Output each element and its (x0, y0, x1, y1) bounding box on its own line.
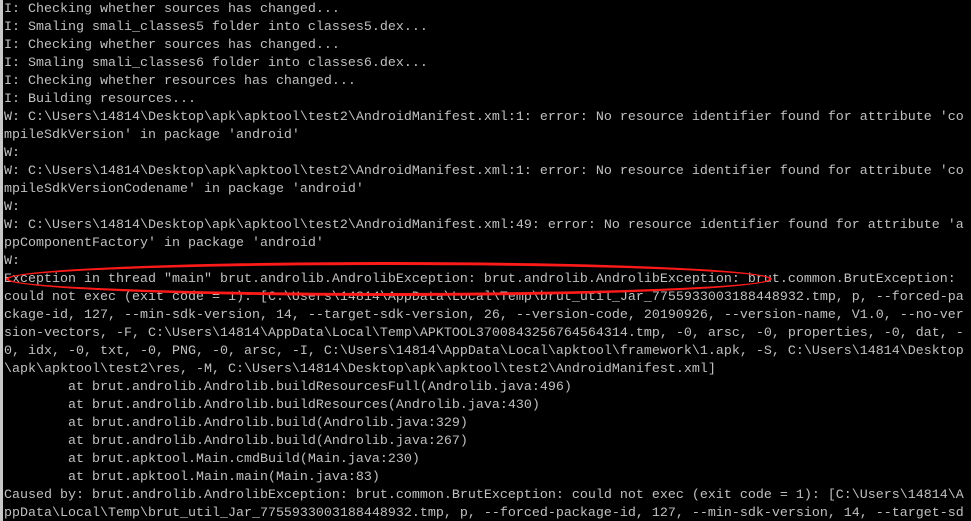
console-line: I: Checking whether resources has change… (4, 74, 356, 89)
console-line: I: Checking whether sources has changed.… (4, 38, 340, 53)
console-line: W: (4, 200, 20, 215)
console-line: \apk\apktool\test2\res, -M, C:\Users\148… (4, 362, 716, 377)
console-line: mpileSdkVersionCodename' in package 'and… (4, 182, 364, 197)
console-line: Exception in thread "main" brut.androlib… (4, 272, 956, 287)
console-line: ppData\Local\Temp\brut_util_Jar_77559330… (4, 506, 964, 521)
console-line: at brut.androlib.Androlib.buildResources… (4, 398, 540, 413)
console-line: W: C:\Users\14814\Desktop\apk\apktool\te… (4, 218, 964, 233)
console-line: I: Smaling smali_classes5 folder into cl… (4, 20, 428, 35)
console-line: I: Checking whether sources has changed.… (4, 2, 340, 17)
console-line: W: (4, 146, 20, 161)
console-line: I: Smaling smali_classes6 folder into cl… (4, 56, 428, 71)
console-line: W: C:\Users\14814\Desktop\apk\apktool\te… (4, 110, 964, 125)
console-line: at brut.androlib.Androlib.buildResources… (4, 380, 572, 395)
window-edge (0, 0, 3, 521)
terminal-output[interactable]: I: Checking whether sources has changed.… (4, 1, 971, 521)
console-line: ckage-id, 127, --min-sdk-version, 14, --… (4, 308, 964, 323)
console-line: I: Building resources... (4, 92, 196, 107)
console-line: at brut.androlib.Androlib.build(Androlib… (4, 434, 468, 449)
console-line: mpileSdkVersion' in package 'android' (4, 128, 300, 143)
console-line: at brut.apktool.Main.main(Main.java:83) (4, 470, 380, 485)
console-line: sion-vectors, -F, C:\Users\14814\AppData… (4, 326, 964, 341)
console-line: at brut.androlib.Androlib.build(Androlib… (4, 416, 468, 431)
console-line: 0, idx, -0, txt, -0, PNG, -0, arsc, -I, … (4, 344, 964, 359)
console-line: could not exec (exit code = 1): [C:\User… (4, 290, 964, 305)
console-line: at brut.apktool.Main.cmdBuild(Main.java:… (4, 452, 420, 467)
console-line: ppComponentFactory' in package 'android' (4, 236, 324, 251)
console-line: W: C:\Users\14814\Desktop\apk\apktool\te… (4, 164, 964, 179)
console-line: W: (4, 254, 20, 269)
console-line: Caused by: brut.androlib.AndrolibExcepti… (4, 488, 964, 503)
